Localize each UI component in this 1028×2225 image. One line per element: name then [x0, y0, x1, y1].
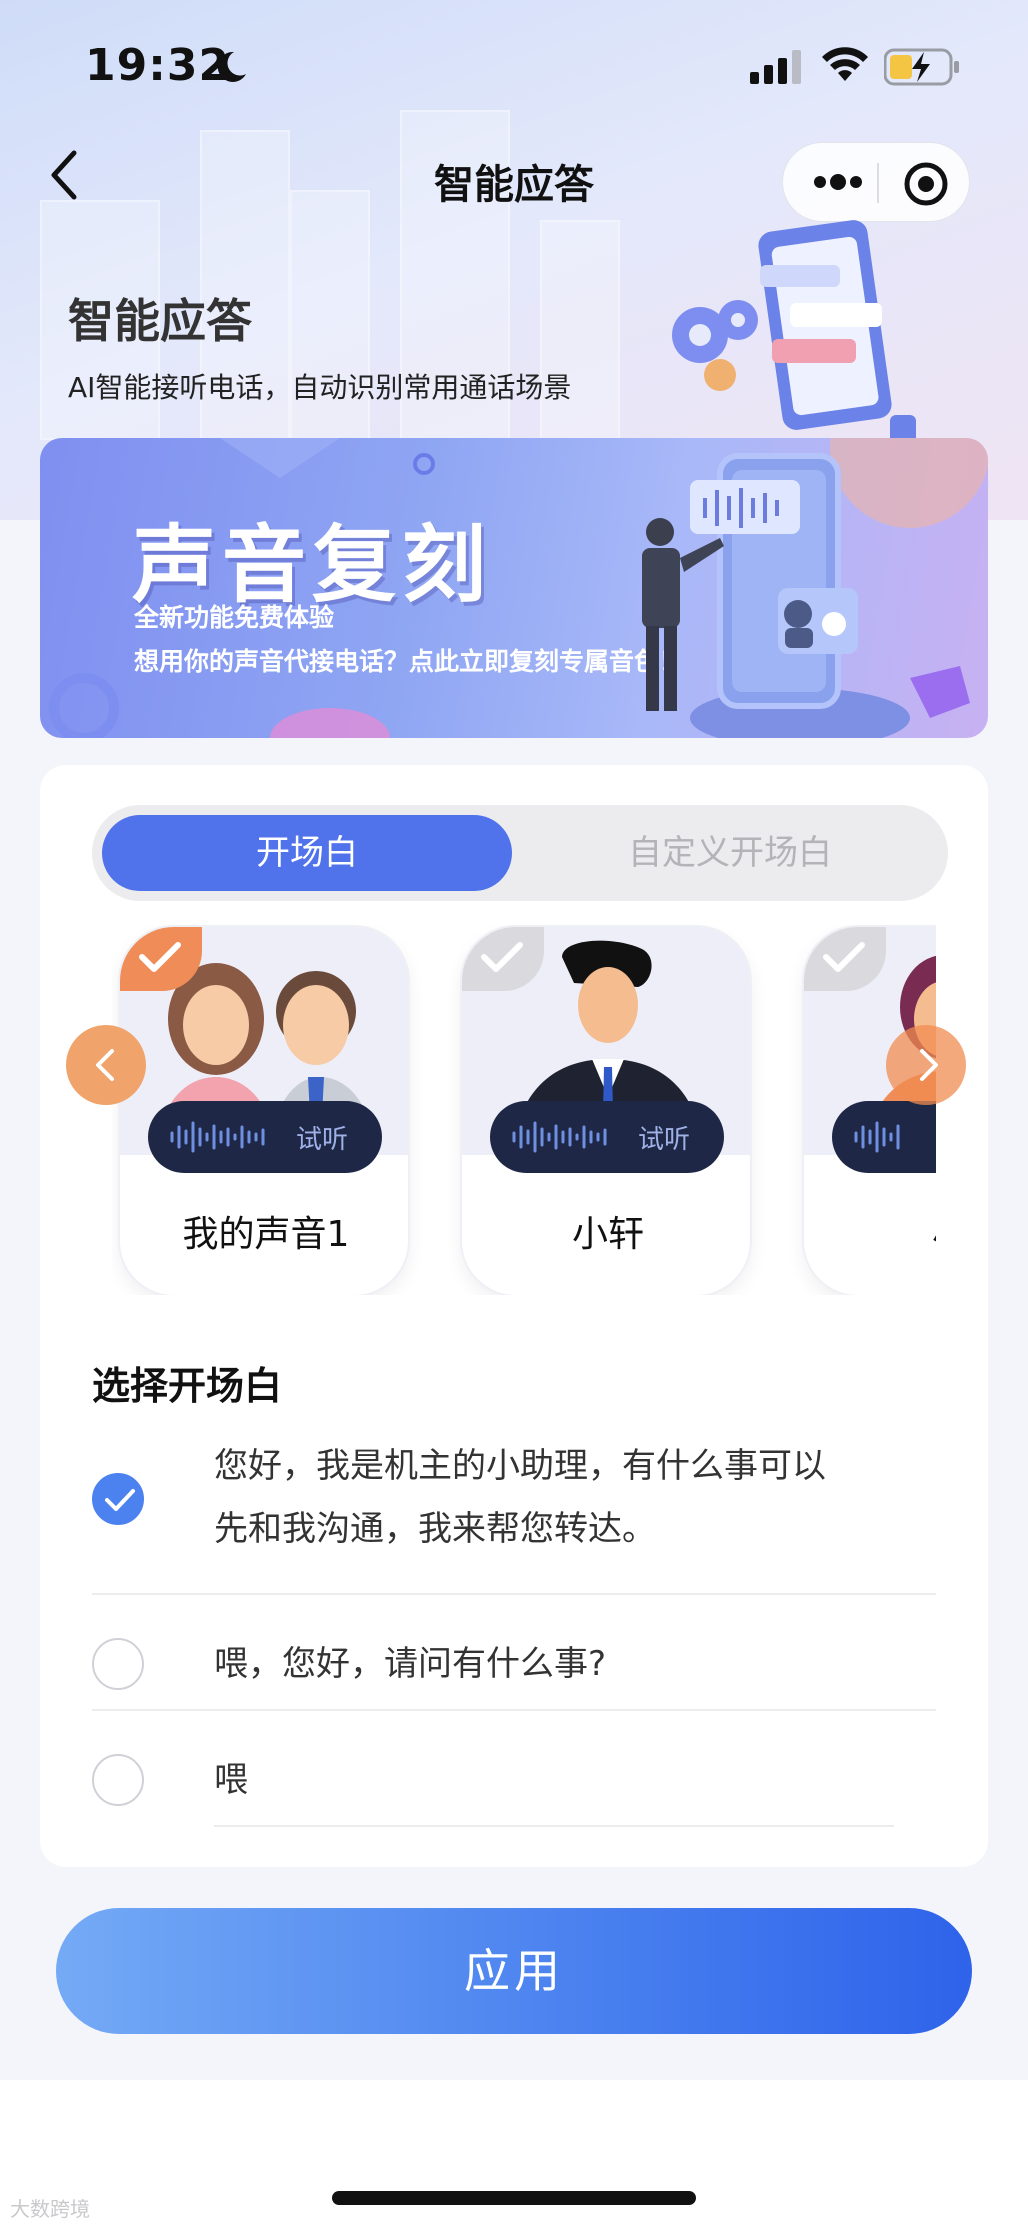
voice-card-third[interactable]: 试听 小	[802, 925, 936, 1295]
wifi-icon	[822, 47, 868, 81]
check-icon	[823, 942, 865, 972]
status-time: 19:32	[85, 40, 231, 91]
greeting-text-line-1: 您好，我是机主的小助理，有什么事可以	[214, 1446, 826, 1486]
voice-card-xiaoxuan[interactable]: 试听 小轩	[460, 925, 752, 1295]
miniprogram-capsule	[782, 142, 970, 222]
carousel-next-button[interactable]	[886, 1025, 966, 1105]
chevron-left-icon	[96, 1049, 114, 1081]
tab-greeting[interactable]: 开场白	[102, 815, 512, 891]
more-icon[interactable]	[813, 171, 863, 193]
listen-label: 试听	[296, 1125, 349, 1155]
check-icon	[481, 942, 523, 972]
greeting-text-line-2: 先和我沟通，我来帮您转达。	[214, 1509, 656, 1549]
voice-name: 小轩	[571, 1214, 644, 1255]
divider	[92, 1709, 936, 1711]
businessman-phone-illustration	[642, 453, 910, 738]
tab-custom-greeting[interactable]: 自定义开场白	[522, 815, 938, 891]
audio-wave-icon	[170, 1121, 265, 1153]
cellular-signal-icon	[750, 50, 801, 84]
status-bar: 19:32	[0, 0, 1028, 140]
radio-checked[interactable]	[92, 1473, 144, 1525]
listen-button[interactable]: 试听	[490, 1101, 724, 1173]
voice-clone-banner[interactable]: 声音复刻 全新功能免费体验 想用你的声音代接电话？点此立即复刻专属音色！	[40, 438, 988, 738]
chevron-right-icon	[920, 1049, 938, 1081]
greeting-option[interactable]: 您好，我是机主的小助理，有什么事可以 先和我沟通，我来帮您转达。	[92, 1435, 936, 1561]
watermark: 大数跨境	[10, 2197, 90, 2221]
listen-button[interactable]: 试听	[148, 1101, 382, 1173]
carousel-prev-button[interactable]	[66, 1025, 146, 1105]
greeting-text: 喂	[214, 1760, 248, 1800]
radio-unchecked[interactable]	[92, 1754, 144, 1806]
check-icon	[139, 942, 181, 972]
apply-button[interactable]: 应用	[56, 1908, 972, 2034]
greeting-option[interactable]: 喂，您好，请问有什么事?	[92, 1621, 936, 1707]
radio-unchecked[interactable]	[92, 1638, 144, 1690]
hero-heading: 智能应答	[68, 294, 252, 348]
greeting-settings-card: 开场白 自定义开场白 试听 我的声音1 试听 小轩 选择开场白 您好，我是机主的…	[40, 765, 988, 1867]
banner-line-1: 全新功能免费体验	[134, 603, 335, 632]
voice-name: 小	[804, 1205, 936, 1257]
home-indicator[interactable]	[332, 2191, 696, 2205]
listen-label: 试听	[638, 1125, 691, 1155]
close-target-icon[interactable]	[903, 161, 949, 207]
audio-wave-icon	[854, 1121, 900, 1153]
section-title: 选择开场白	[92, 1364, 283, 1408]
listen-button[interactable]: 试听	[832, 1101, 936, 1173]
battery-charging-icon	[884, 48, 959, 86]
audio-wave-icon	[512, 1121, 607, 1153]
greeting-option[interactable]: 喂	[92, 1737, 936, 1823]
moon-icon	[217, 51, 246, 82]
greeting-text: 您好，我是机主的小助理，有什么事可以 先和我沟通，我来帮您转达。	[214, 1435, 914, 1561]
check-icon	[105, 1489, 135, 1511]
divider	[214, 1825, 894, 1827]
divider	[92, 1593, 936, 1595]
hero-subtitle: AI智能接听电话，自动识别常用通话场景	[68, 371, 572, 404]
voice-card-my-voice[interactable]: 试听 我的声音1	[118, 925, 410, 1295]
voice-name: 我的声音1	[182, 1214, 350, 1255]
greeting-text: 喂，您好，请问有什么事?	[214, 1644, 607, 1684]
tab-bar: 开场白 自定义开场白	[92, 805, 948, 901]
voice-carousel: 试听 我的声音1 试听 小轩	[40, 925, 988, 1295]
